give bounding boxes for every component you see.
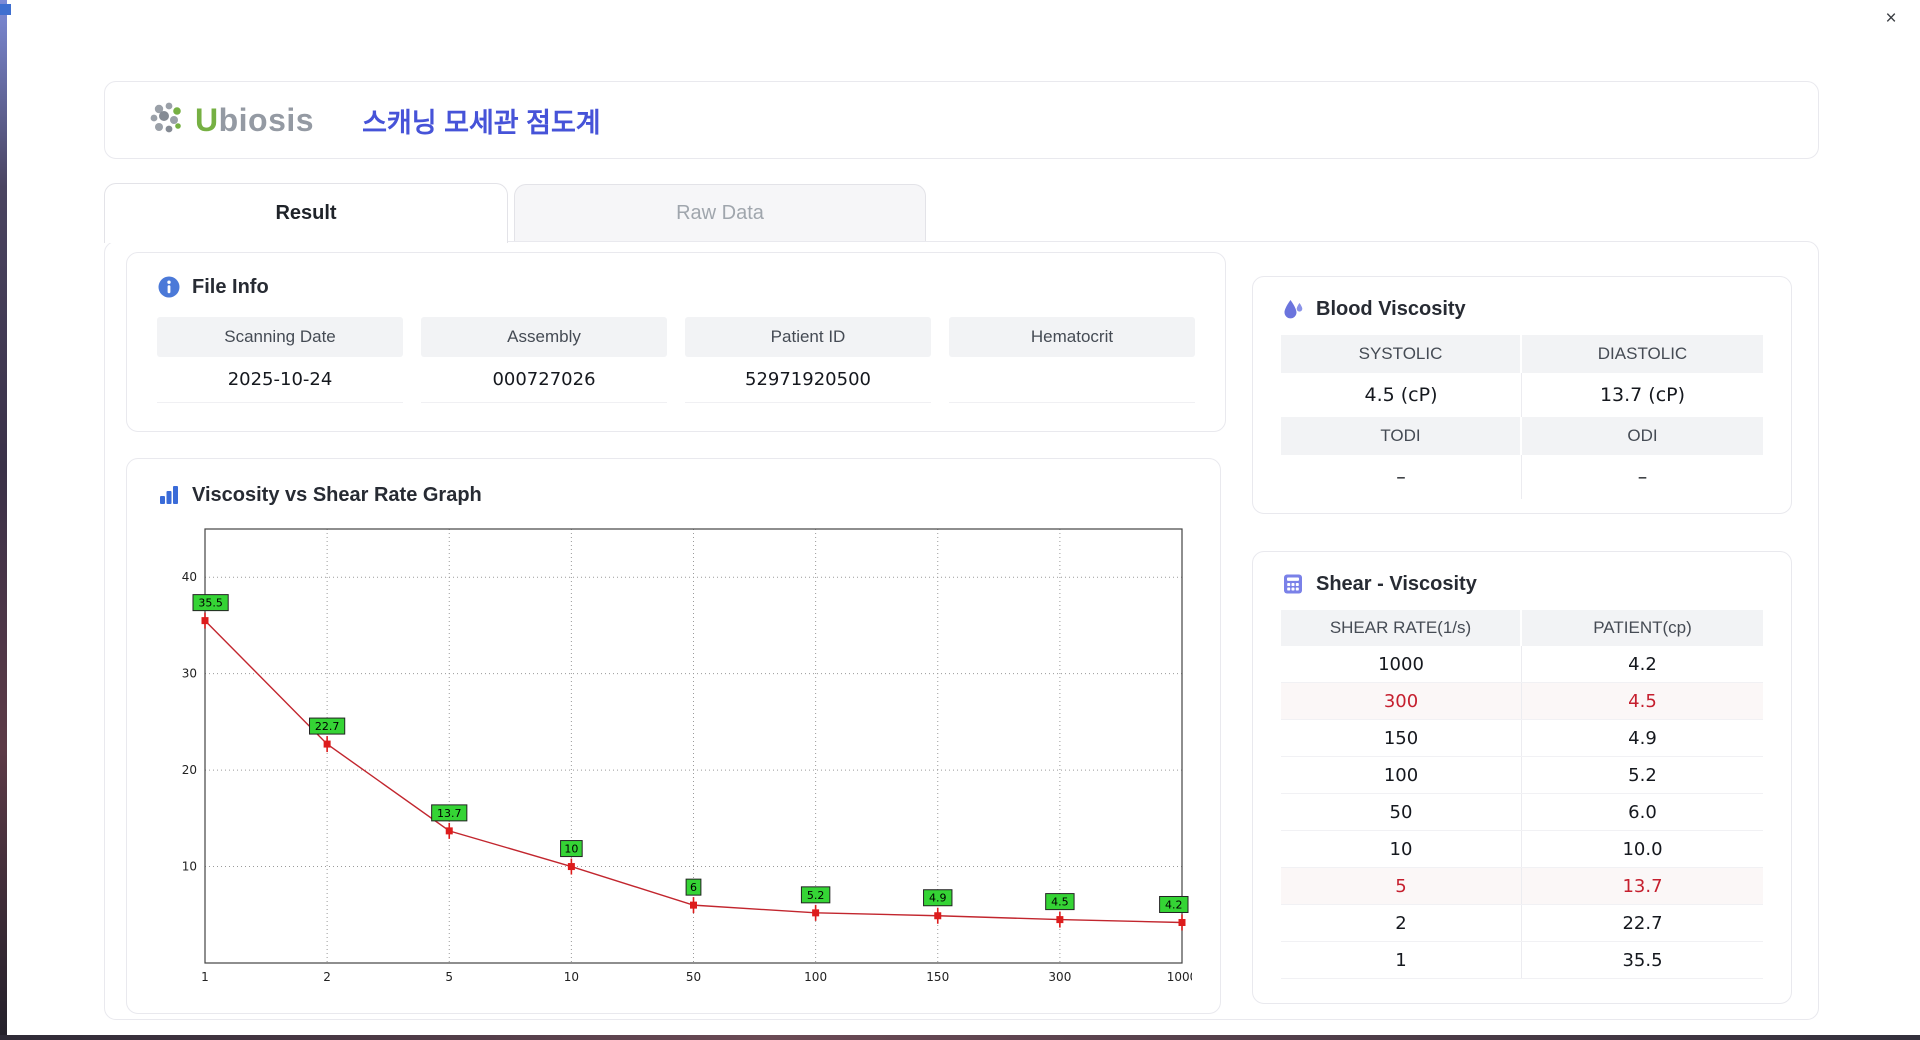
svg-text:100: 100 (804, 970, 827, 984)
info-icon (157, 275, 181, 299)
svg-text:6: 6 (690, 881, 697, 894)
svg-text:30: 30 (182, 667, 197, 681)
table-row: 1000 4.2 (1281, 646, 1763, 683)
tab-raw-data[interactable]: Raw Data (514, 184, 926, 241)
bv-value-todi: – (1281, 455, 1522, 499)
field-label: Patient ID (685, 317, 931, 357)
field-label: Hematocrit (949, 317, 1195, 357)
bv-value-diastolic: 13.7 (cP) (1599, 384, 1686, 406)
desktop-edge-left (0, 0, 7, 1040)
svg-text:10: 10 (564, 843, 578, 856)
table-row: 2 22.7 (1281, 905, 1763, 942)
bv-header-todi: TODI (1281, 417, 1522, 455)
svg-text:40: 40 (182, 570, 197, 584)
blood-viscosity-title: Blood Viscosity (1281, 297, 1763, 321)
viscosity-graph-card: Viscosity vs Shear Rate Graph 10 20 30 40 1 2… (126, 458, 1221, 1014)
svg-text:4.5: 4.5 (1051, 896, 1069, 909)
bar-chart-icon (157, 483, 181, 507)
blood-viscosity-card: Blood Viscosity SYSTOLIC DIASTOLIC 4.5 (… (1252, 276, 1792, 514)
table-row: 150 4.9 (1281, 720, 1763, 757)
bv-value-odi: – (1637, 466, 1648, 488)
table-row: 10 10.0 (1281, 831, 1763, 868)
bv-value-systolic: 4.5 (cP) (1281, 373, 1522, 417)
field-value: 52971920500 (685, 357, 931, 403)
svg-text:4.2: 4.2 (1165, 898, 1183, 911)
bv-header-systolic: SYSTOLIC (1281, 335, 1522, 373)
svg-text:22.7: 22.7 (315, 720, 340, 733)
file-info-fields: Scanning Date 2025-10-24 Assembly 000727… (157, 317, 1195, 403)
svg-text:5: 5 (445, 970, 453, 984)
field-label: Scanning Date (157, 317, 403, 357)
svg-text:5.2: 5.2 (807, 889, 825, 902)
svg-text:2: 2 (323, 970, 331, 984)
brand-name: Ubiosis (195, 101, 315, 138)
svg-text:20: 20 (182, 763, 197, 777)
field-label: Assembly (421, 317, 667, 357)
svg-text:4.9: 4.9 (929, 892, 947, 905)
svg-text:10: 10 (564, 970, 579, 984)
blood-viscosity-table: SYSTOLIC DIASTOLIC 4.5 (cP) 13.7 (cP) TO… (1281, 335, 1763, 499)
svg-text:150: 150 (926, 970, 949, 984)
file-info-card: File Info Scanning Date 2025-10-24 Assem… (126, 252, 1226, 432)
table-row: 100 5.2 (1281, 757, 1763, 794)
field-value (949, 357, 1195, 403)
field-value: 2025-10-24 (157, 357, 403, 403)
shear-viscosity-card: Shear - Viscosity SHEAR RATE(1/s) PATIEN… (1252, 551, 1792, 1004)
app-window: × Ubiosis 스캐닝 모세관 점도계 Result Raw Data Fi… (0, 0, 1920, 1040)
svg-text:13.7: 13.7 (437, 807, 462, 820)
field-value: 000727026 (421, 357, 667, 403)
col-shear-rate: SHEAR RATE(1/s) (1281, 610, 1522, 646)
graph-title: Viscosity vs Shear Rate Graph (157, 483, 1190, 507)
svg-text:300: 300 (1048, 970, 1071, 984)
field-assembly: Assembly 000727026 (421, 317, 667, 403)
bv-header-diastolic: DIASTOLIC (1522, 335, 1763, 373)
table-row: 50 6.0 (1281, 794, 1763, 831)
shear-viscosity-title: Shear - Viscosity (1281, 572, 1763, 596)
calculator-icon (1281, 572, 1305, 596)
svg-text:10: 10 (182, 860, 197, 874)
svg-text:1000: 1000 (1167, 970, 1192, 984)
field-patient-id: Patient ID 52971920500 (685, 317, 931, 403)
window-accent (0, 4, 11, 15)
shear-table-header: SHEAR RATE(1/s) PATIENT(cp) (1281, 610, 1763, 646)
table-row: 300 4.5 (1281, 683, 1763, 720)
svg-text:1: 1 (201, 970, 209, 984)
table-row: 5 13.7 (1281, 868, 1763, 905)
tab-result[interactable]: Result (104, 183, 508, 243)
shear-viscosity-table: SHEAR RATE(1/s) PATIENT(cp) 1000 4.2 300 4… (1281, 610, 1763, 979)
svg-text:35.5: 35.5 (198, 597, 223, 610)
viscosity-shear-chart: 10 20 30 40 1 2 5 10 50 100 150 300 1000 35.5 22.7 13.7… (157, 523, 1197, 991)
file-info-title: File Info (157, 275, 1195, 299)
col-patient: PATIENT(cp) (1522, 610, 1763, 646)
page-title: 스캐닝 모세관 점도계 (362, 107, 601, 138)
svg-text:50: 50 (686, 970, 701, 984)
close-icon[interactable]: × (1878, 6, 1904, 32)
ubiosis-logo-icon (147, 101, 187, 139)
bv-header-odi: ODI (1522, 417, 1763, 455)
droplet-icon (1281, 297, 1305, 321)
desktop-edge-bottom (0, 1035, 1920, 1040)
brand: Ubiosis (147, 101, 314, 139)
field-hematocrit: Hematocrit (949, 317, 1195, 403)
table-row: 1 35.5 (1281, 942, 1763, 979)
field-scanning-date: Scanning Date 2025-10-24 (157, 317, 403, 403)
header: Ubiosis 스캐닝 모세관 점도계 (104, 81, 1819, 159)
